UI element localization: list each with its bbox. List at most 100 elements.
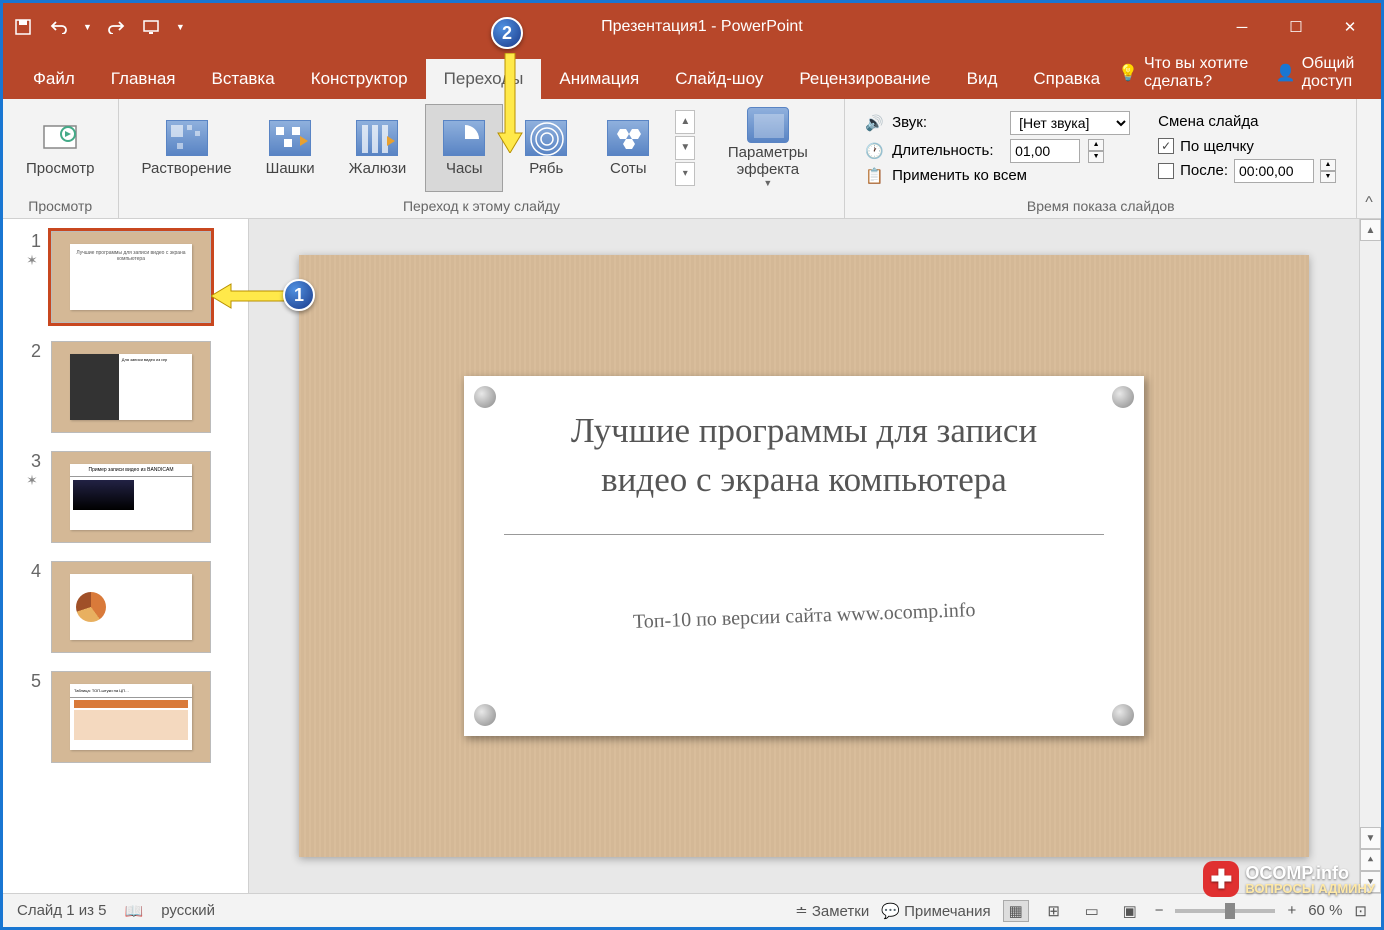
transition-dissolve[interactable]: Растворение [127, 104, 247, 192]
undo-dropdown-icon[interactable]: ▼ [83, 22, 92, 32]
slide-editor[interactable]: Лучшие программы для записи видео с экра… [249, 219, 1359, 893]
tab-help[interactable]: Справка [1015, 59, 1118, 99]
slide-thumbnails-panel: 1 ✶ Лучшие программы для записи видео с э… [3, 219, 249, 893]
annotation-marker-2: 2 [491, 17, 523, 49]
annotation-arrow-2 [495, 53, 525, 153]
tab-design[interactable]: Конструктор [293, 59, 426, 99]
zoom-out-button[interactable]: − [1155, 902, 1164, 919]
maximize-button[interactable]: ☐ [1273, 11, 1319, 43]
slideshow-view-button[interactable]: ▣ [1117, 900, 1143, 922]
share-button[interactable]: 👤 Общий доступ [1276, 55, 1369, 91]
sound-select[interactable]: [Нет звука] [1010, 111, 1130, 135]
reading-view-button[interactable]: ▭ [1079, 900, 1105, 922]
thumb-number: 2 [23, 341, 41, 362]
transition-blinds[interactable]: Жалюзи [334, 104, 422, 192]
collapse-ribbon-button[interactable]: ^ [1357, 99, 1381, 218]
blinds-icon [353, 118, 401, 158]
after-checkbox[interactable]: После: ▲▼ [1158, 159, 1336, 183]
slide-thumbnail-1[interactable]: Лучшие программы для записи видео с экра… [51, 231, 211, 323]
preview-button[interactable]: Просмотр [11, 104, 110, 192]
slide-thumbnail-3[interactable]: Пример записи видео из BANDICAM [51, 451, 211, 543]
transition-label: Рябь [529, 160, 563, 177]
gallery-down-button[interactable]: ▼ [675, 136, 695, 160]
watermark-tagline: ВОПРОСЫ АДМИНУ [1245, 882, 1375, 895]
transition-star-icon: ✶ [26, 472, 38, 489]
screw-decoration-icon [474, 704, 496, 726]
zoom-in-button[interactable]: + [1287, 902, 1296, 919]
after-up[interactable]: ▲ [1320, 159, 1336, 171]
thumb-number: 1 [23, 231, 41, 252]
tab-insert[interactable]: Вставка [194, 59, 293, 99]
transition-checkers[interactable]: Шашки [251, 104, 330, 192]
apply-all-button[interactable]: 📋 Применить ко всем [865, 167, 1130, 185]
fit-to-window-button[interactable]: ⊡ [1354, 902, 1367, 920]
close-button[interactable]: ✕ [1327, 11, 1373, 43]
vertical-scrollbar[interactable]: ▲ ▼ ⯅ ⯆ [1359, 219, 1381, 893]
annotation-marker-1: 1 [283, 279, 315, 311]
on-click-checkbox[interactable]: ✓ По щелчку [1158, 138, 1336, 155]
qat-dropdown-icon[interactable]: ▼ [176, 22, 185, 32]
notes-button[interactable]: ≐ Заметки [795, 902, 869, 920]
slide-title[interactable]: Лучшие программы для записи видео с экра… [504, 376, 1104, 535]
transitions-group-label: Переход к этому слайду [119, 196, 845, 218]
slide-thumbnail-5[interactable]: Таблица: ТОП-штуки на ЦП… [51, 671, 211, 763]
duration-down[interactable]: ▼ [1088, 151, 1104, 163]
preview-label: Просмотр [26, 160, 95, 177]
tab-home[interactable]: Главная [93, 59, 194, 99]
duration-input[interactable] [1010, 139, 1080, 163]
scroll-down-button[interactable]: ▼ [1360, 827, 1381, 849]
duration-up[interactable]: ▲ [1088, 139, 1104, 151]
status-bar: Слайд 1 из 5 📖 русский ≐ Заметки 💬 Приме… [3, 893, 1381, 927]
advance-header: Смена слайда [1158, 113, 1336, 130]
effect-options-button[interactable]: Параметры эффекта ▼ [699, 104, 836, 192]
watermark-brand: OCOMP.info [1245, 864, 1375, 882]
checkers-icon [266, 118, 314, 158]
tab-file[interactable]: Файл [15, 59, 93, 99]
ripple-icon [522, 118, 570, 158]
after-down[interactable]: ▼ [1320, 171, 1336, 183]
honeycomb-icon [604, 118, 652, 158]
save-icon[interactable] [11, 15, 35, 39]
effect-options-label: Параметры эффекта [714, 145, 821, 178]
scroll-up-button[interactable]: ▲ [1360, 219, 1381, 241]
transition-label: Соты [610, 160, 647, 177]
lightbulb-icon: 💡 [1118, 63, 1138, 83]
slide-canvas: Лучшие программы для записи видео с экра… [299, 255, 1309, 857]
slide-indicator[interactable]: Слайд 1 из 5 [17, 902, 107, 919]
gallery-more-button[interactable]: ▾ [675, 162, 695, 186]
slide-subtitle[interactable]: Топ-10 по версии сайта www.ocomp.info [632, 599, 975, 634]
tab-slideshow[interactable]: Слайд-шоу [657, 59, 781, 99]
main-area: 1 ✶ Лучшие программы для записи видео с э… [3, 219, 1381, 893]
normal-view-button[interactable]: ▦ [1003, 900, 1029, 922]
slide-thumbnail-4[interactable] [51, 561, 211, 653]
scroll-track[interactable] [1360, 241, 1381, 827]
zoom-slider[interactable] [1175, 909, 1275, 913]
after-input[interactable] [1234, 159, 1314, 183]
transition-label: Часы [446, 160, 483, 177]
watermark: ✚ OCOMP.info ВОПРОСЫ АДМИНУ [1203, 861, 1375, 897]
start-from-beginning-icon[interactable] [140, 15, 164, 39]
duration-label: Длительность: [892, 142, 1002, 159]
dropdown-arrow-icon: ▼ [763, 178, 772, 188]
transition-honeycomb[interactable]: Соты [589, 104, 667, 192]
spell-check-icon[interactable]: 📖 [125, 902, 144, 920]
watermark-cross-icon: ✚ [1203, 861, 1239, 897]
sorter-view-button[interactable]: ⊞ [1041, 900, 1067, 922]
tell-me-search[interactable]: 💡 Что вы хотите сделать? [1118, 55, 1260, 91]
tab-review[interactable]: Рецензирование [781, 59, 948, 99]
transition-clock[interactable]: Часы [425, 104, 503, 192]
minimize-button[interactable]: ─ [1219, 11, 1265, 43]
language-indicator[interactable]: русский [161, 902, 215, 919]
thumb-number: 4 [23, 561, 41, 582]
sound-label: Звук: [892, 114, 1002, 131]
gallery-up-button[interactable]: ▲ [675, 110, 695, 134]
redo-icon[interactable] [104, 15, 128, 39]
title-bar: ▼ ▼ Презентация1 - PowerPoint ─ ☐ ✕ [3, 3, 1381, 51]
tab-animations[interactable]: Анимация [541, 59, 657, 99]
effect-options-icon [744, 107, 792, 143]
slide-thumbnail-2[interactable]: Для записи видео из игр [51, 341, 211, 433]
comments-button[interactable]: 💬 Примечания [881, 902, 990, 920]
zoom-level[interactable]: 60 % [1308, 902, 1342, 919]
tab-view[interactable]: Вид [949, 59, 1016, 99]
undo-icon[interactable] [47, 15, 71, 39]
